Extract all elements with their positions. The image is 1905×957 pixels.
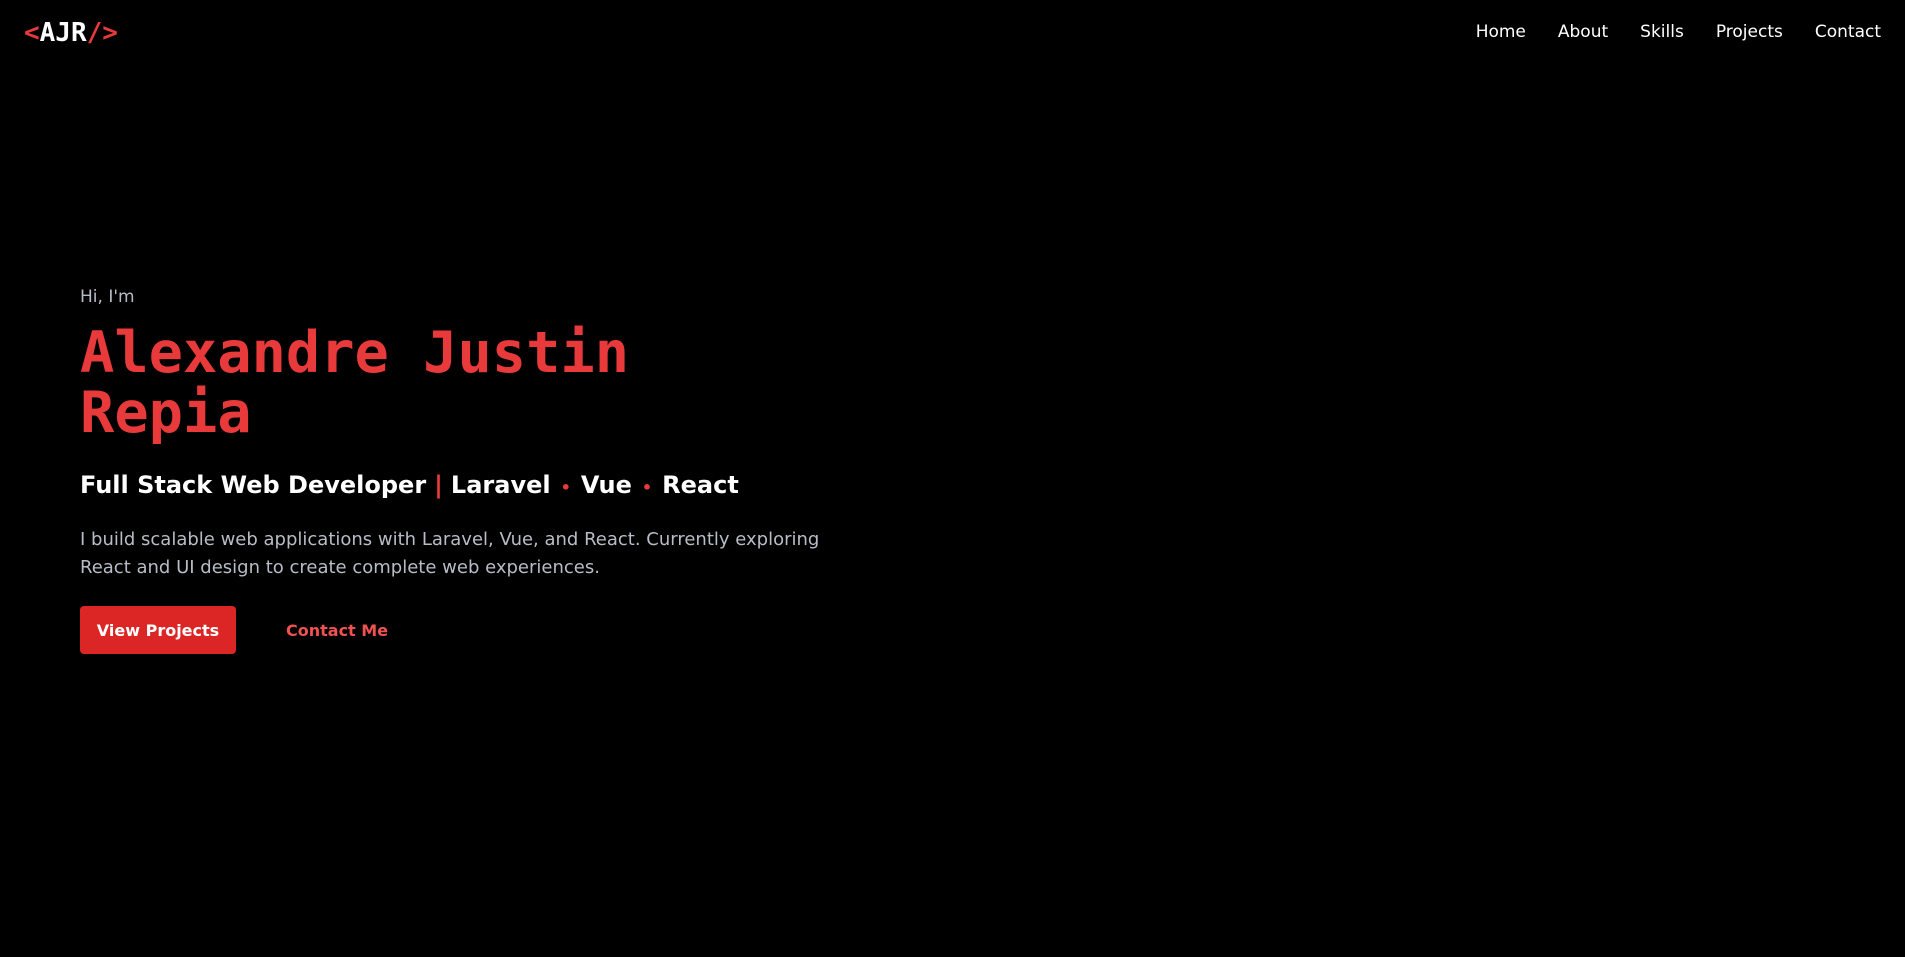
logo-open-bracket: < xyxy=(24,18,40,48)
hero-section: Hi, I'm Alexandre Justin Repia Full Stac… xyxy=(80,285,860,654)
logo-close-bracket: > xyxy=(102,18,118,48)
tagline-tech-laravel: Laravel xyxy=(450,471,551,499)
nav-link-home[interactable]: Home xyxy=(1476,20,1526,44)
hero-greeting: Hi, I'm xyxy=(80,287,135,307)
hero-name: Alexandre Justin Repia xyxy=(80,323,860,443)
hero-description: I build scalable web applications with L… xyxy=(80,529,820,578)
nav-link-projects[interactable]: Projects xyxy=(1716,20,1783,44)
logo-initials: AJR xyxy=(39,18,87,48)
hero-name-line2: Repia xyxy=(80,380,252,446)
view-projects-button[interactable]: View Projects xyxy=(80,606,236,654)
site-logo[interactable]: < AJR / > xyxy=(24,17,118,49)
tagline-dot-separator: • xyxy=(560,478,571,497)
nav-links: Home About Skills Projects Contact xyxy=(1444,20,1881,44)
contact-me-button[interactable]: Contact Me xyxy=(272,606,402,654)
hero-name-line1: Alexandre Justin xyxy=(80,320,630,386)
hero-buttons: View Projects Contact Me xyxy=(80,606,860,654)
tagline-tech-react: React xyxy=(662,471,739,499)
navbar: < AJR / > Home About Skills Projects Con… xyxy=(0,0,1905,66)
tagline-tech-vue: Vue xyxy=(580,471,632,499)
tagline-separator-bar: | xyxy=(434,471,443,499)
tagline-role: Full Stack Web Developer xyxy=(80,471,427,499)
nav-link-contact[interactable]: Contact xyxy=(1815,20,1881,44)
logo-slash: / xyxy=(86,18,103,48)
nav-link-about[interactable]: About xyxy=(1558,20,1608,44)
tagline-dot-separator: • xyxy=(641,478,653,497)
hero-tagline: Full Stack Web Developer | Laravel • Vue… xyxy=(80,469,860,504)
nav-link-skills[interactable]: Skills xyxy=(1640,20,1684,44)
